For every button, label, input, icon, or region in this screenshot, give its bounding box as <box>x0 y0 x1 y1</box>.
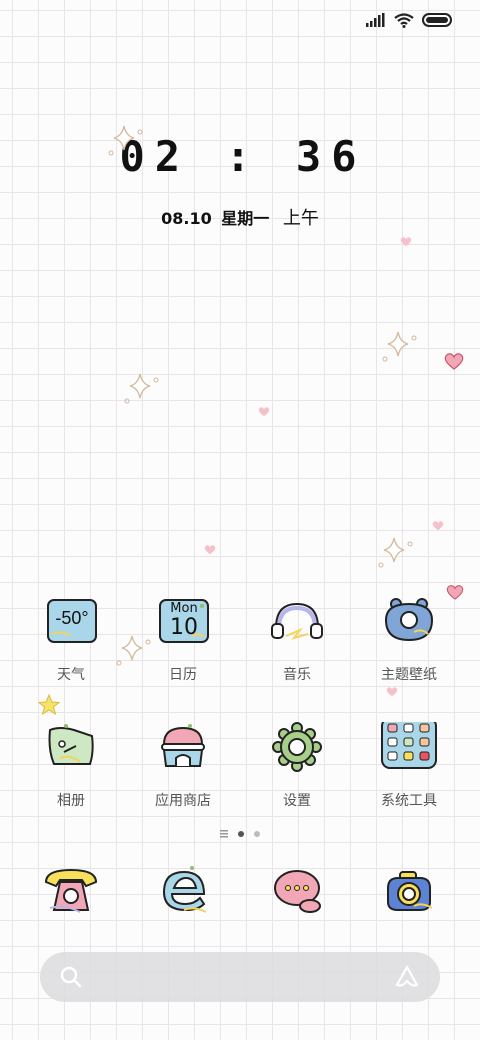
status-bar <box>366 10 454 30</box>
calendar-icon: Mon 10 <box>152 596 214 658</box>
sparkle-icon <box>382 331 417 362</box>
calendar-date: 10 <box>170 615 198 640</box>
date-row: 08.10 星期一 上午 <box>0 204 480 230</box>
app-label: 音乐 <box>283 667 311 683</box>
page-indicator[interactable] <box>0 830 480 838</box>
weekday-text: 星期一 <box>221 209 270 228</box>
app-theme[interactable]: 主题壁纸 <box>354 596 464 684</box>
browser-icon <box>162 866 207 913</box>
app-label: 主题壁纸 <box>381 667 437 683</box>
assistant-icon[interactable] <box>394 964 420 990</box>
sparkle-icon <box>108 125 143 156</box>
app-store[interactable]: 应用商店 <box>128 722 238 810</box>
phone-icon <box>44 868 98 913</box>
weather-temp: -50° <box>55 608 89 628</box>
ampm-text: 上午 <box>282 208 319 229</box>
theme-icon <box>378 596 440 658</box>
heart-icon <box>400 237 412 247</box>
app-label: 日历 <box>169 667 197 683</box>
app-calendar[interactable]: Mon 10 日历 <box>128 596 238 684</box>
search-icon[interactable] <box>60 966 82 988</box>
app-label: 应用商店 <box>155 793 211 809</box>
date-text: 08.10 <box>161 209 212 228</box>
headphones-icon <box>266 596 328 658</box>
calendar-day: Mon <box>170 601 198 616</box>
battery-icon <box>422 13 452 27</box>
app-settings[interactable]: 设置 <box>242 722 352 810</box>
gallery-icon <box>40 722 102 784</box>
app-label: 系统工具 <box>381 793 437 809</box>
app-gallery[interactable]: 相册 <box>16 722 126 810</box>
heart-icon <box>204 545 216 555</box>
app-store-icon <box>152 722 214 784</box>
heart-icon <box>386 687 398 697</box>
heart-icon <box>444 353 464 370</box>
camera-icon <box>387 871 433 911</box>
menu-lines-icon <box>220 830 228 838</box>
heart-icon <box>432 521 444 531</box>
app-weather[interactable]: -50° 天气 <box>16 596 126 684</box>
dock-browser[interactable] <box>154 864 216 926</box>
dock-messages[interactable] <box>266 864 328 926</box>
app-label: 设置 <box>283 793 311 809</box>
dock-camera[interactable] <box>378 864 440 926</box>
gear-icon <box>266 722 328 784</box>
star-icon <box>38 694 60 716</box>
tools-folder-icon <box>378 717 440 784</box>
app-tools-folder[interactable]: 系统工具 <box>354 717 464 810</box>
sparkle-icon <box>124 373 159 404</box>
clock-time: 02 : 36 <box>119 132 367 181</box>
app-label: 相册 <box>57 793 85 809</box>
app-label: 天气 <box>57 667 85 683</box>
page-dot-active <box>238 831 244 837</box>
app-music[interactable]: 音乐 <box>242 596 352 684</box>
weather-icon: -50° <box>40 596 102 658</box>
page-dot <box>254 831 260 837</box>
heart-icon <box>258 407 270 417</box>
dock-phone[interactable] <box>40 864 102 926</box>
search-bar[interactable] <box>40 952 440 1002</box>
wifi-icon <box>394 12 414 28</box>
messages-icon <box>274 870 321 913</box>
signal-icon <box>366 13 385 27</box>
sparkle-icon <box>378 537 413 568</box>
